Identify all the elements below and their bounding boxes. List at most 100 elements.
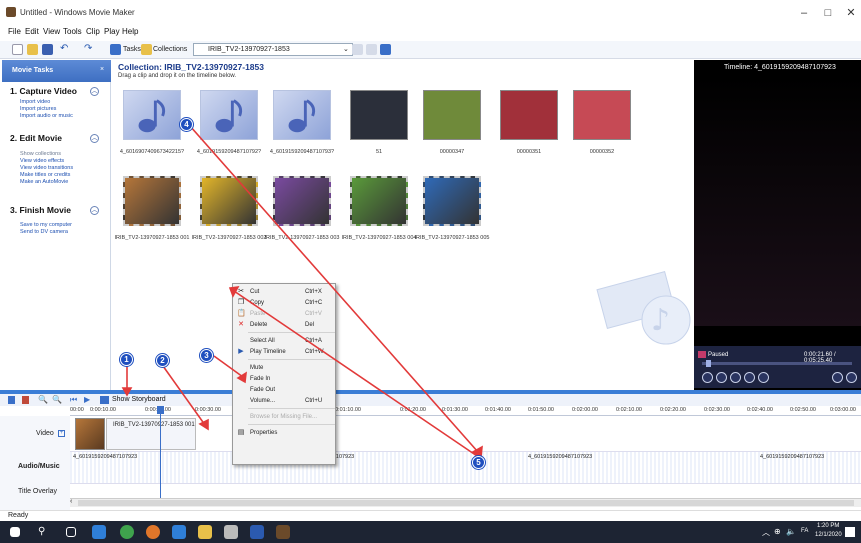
timeline-ruler[interactable]: 00:000:00:10.000:00:20.000:00:30.000:01:…: [70, 406, 861, 416]
up-folder-icon[interactable]: [352, 44, 363, 55]
video-clip-thumbnail[interactable]: [200, 176, 258, 226]
menu-tools[interactable]: Tools: [63, 27, 82, 36]
link-save-computer[interactable]: Save to my computer: [20, 222, 72, 229]
video-clip-thumbnail[interactable]: [123, 176, 181, 226]
narrate-icon[interactable]: [22, 396, 29, 404]
show-storyboard-icon[interactable]: [100, 396, 109, 404]
zoom-out-icon[interactable]: 🔍: [52, 395, 62, 404]
video-clip-thumbnail[interactable]: [75, 418, 105, 450]
menu-file[interactable]: File: [8, 27, 21, 36]
search-icon[interactable]: ⚲: [38, 525, 52, 539]
menu-edit[interactable]: Edit: [25, 27, 39, 36]
photo-clip-thumbnail[interactable]: [350, 90, 408, 140]
video-clip-thumbnail[interactable]: [423, 176, 481, 226]
new-project-icon[interactable]: [12, 44, 23, 55]
playhead-line[interactable]: [160, 406, 161, 498]
collection-select[interactable]: IRIB_TV2-13970927-1853: [193, 43, 353, 56]
file-explorer-icon[interactable]: [198, 525, 212, 539]
section-capture-video[interactable]: 1. Capture Video: [10, 86, 77, 96]
new-collection-icon[interactable]: [366, 44, 377, 55]
context-menu-item-delete[interactable]: ✕ Delete Del: [233, 320, 337, 331]
video-track[interactable]: IRIB_TV2-13970927-1853 001: [70, 416, 861, 452]
link-send-dv[interactable]: Send to DV camera: [20, 229, 68, 236]
context-menu-item-cut[interactable]: ✂ Cut Ctrl+X: [233, 287, 337, 298]
settings-icon[interactable]: [224, 525, 238, 539]
zoom-in-icon[interactable]: 🔍: [38, 395, 48, 404]
word-icon[interactable]: [250, 525, 264, 539]
audio-clip-label[interactable]: 4_6019159209487107923: [760, 454, 824, 460]
storyboard-icon[interactable]: [8, 396, 15, 404]
seek-handle[interactable]: [706, 360, 711, 367]
close-button[interactable]: ✕: [841, 5, 861, 21]
link-show-collections[interactable]: Show collections: [20, 151, 61, 158]
redo-icon[interactable]: ↷: [84, 44, 95, 55]
photo-clip-thumbnail[interactable]: [573, 90, 631, 140]
firefox-icon[interactable]: [146, 525, 160, 539]
ie-icon[interactable]: [172, 525, 186, 539]
menu-view[interactable]: View: [43, 27, 60, 36]
context-menu-item-volume[interactable]: Volume... Ctrl+U: [233, 396, 337, 407]
snapshot-button[interactable]: [832, 372, 843, 383]
video-clip-thumbnail[interactable]: [350, 176, 408, 226]
link-video-effects[interactable]: View video effects: [20, 158, 64, 165]
tasks-icon[interactable]: [110, 44, 121, 55]
windows-start-icon[interactable]: [10, 527, 20, 537]
context-menu-item-fade-in[interactable]: Fade In: [233, 374, 337, 385]
close-tasks-button[interactable]: ×: [100, 66, 104, 73]
context-menu-item-properties[interactable]: ▤ Properties: [233, 428, 337, 439]
music-clip-thumbnail[interactable]: [123, 90, 181, 140]
chevron-up-icon[interactable]: ︿: [90, 134, 99, 143]
play-timeline-icon[interactable]: ▶: [84, 395, 90, 404]
show-storyboard-button[interactable]: Show Storyboard: [112, 396, 166, 403]
collections-button[interactable]: Collections: [153, 46, 187, 53]
seek-bar[interactable]: [702, 362, 852, 365]
chevron-up-icon[interactable]: ︿: [90, 206, 99, 215]
link-titles-credits[interactable]: Make titles or credits: [20, 172, 70, 179]
rewind-icon[interactable]: ⏮: [70, 395, 77, 405]
stop-button[interactable]: [716, 372, 727, 383]
audio-clip-label[interactable]: 4_6019159209487107923: [73, 454, 137, 460]
context-menu-item-fade-out[interactable]: Fade Out: [233, 385, 337, 396]
video-clip[interactable]: IRIB_TV2-13970927-1853 001: [106, 418, 196, 450]
photo-clip-thumbnail[interactable]: [500, 90, 558, 140]
context-menu-item-play-timeline[interactable]: ▶ Play Timeline Ctrl+W: [233, 347, 337, 358]
views-icon[interactable]: [380, 44, 391, 55]
chevron-up-icon[interactable]: ︿: [90, 87, 99, 96]
link-import-audio[interactable]: Import audio or music: [20, 113, 73, 120]
movie-maker-icon[interactable]: [276, 525, 290, 539]
minimize-button[interactable]: –: [794, 5, 814, 21]
save-project-icon[interactable]: [42, 44, 53, 55]
volume-icon[interactable]: 🔈: [786, 527, 796, 536]
tasks-button[interactable]: Tasks: [123, 46, 141, 53]
language-indicator[interactable]: FA: [801, 528, 808, 534]
scroll-left-icon[interactable]: ‹: [70, 498, 72, 505]
playhead-handle[interactable]: [157, 406, 164, 414]
context-menu-item-mute[interactable]: Mute: [233, 363, 337, 374]
menu-help[interactable]: Help: [122, 27, 138, 36]
video-clip-thumbnail[interactable]: [273, 176, 331, 226]
link-automovie[interactable]: Make an AutoMovie: [20, 179, 68, 186]
context-menu-item-select-all[interactable]: Select All Ctrl+A: [233, 336, 337, 347]
open-project-icon[interactable]: [27, 44, 38, 55]
chevron-down-icon[interactable]: ⌄: [343, 45, 349, 53]
maximize-button[interactable]: □: [818, 5, 838, 21]
play-button[interactable]: [702, 372, 713, 383]
next-frame-button[interactable]: [744, 372, 755, 383]
undo-icon[interactable]: ↶: [60, 44, 71, 55]
link-import-video[interactable]: Import video: [20, 99, 50, 106]
section-finish-movie[interactable]: 3. Finish Movie: [10, 205, 71, 215]
chrome-icon[interactable]: [120, 525, 134, 539]
music-clip-thumbnail[interactable]: [200, 90, 258, 140]
context-menu-item-copy[interactable]: ❐ Copy Ctrl+C: [233, 298, 337, 309]
full-screen-button[interactable]: [846, 372, 857, 383]
scrollbar-thumb[interactable]: [78, 500, 854, 506]
section-edit-movie[interactable]: 2. Edit Movie: [10, 133, 62, 143]
photo-clip-thumbnail[interactable]: [423, 90, 481, 140]
clock-time[interactable]: 1:20 PM: [817, 523, 839, 529]
timeline-scrollbar[interactable]: ‹: [70, 498, 861, 507]
task-view-icon[interactable]: [66, 527, 76, 537]
notifications-icon[interactable]: [845, 527, 855, 537]
edge-icon[interactable]: [92, 525, 106, 539]
clock-date[interactable]: 12/1/2020: [815, 532, 842, 538]
expand-video-icon[interactable]: +: [58, 430, 65, 437]
